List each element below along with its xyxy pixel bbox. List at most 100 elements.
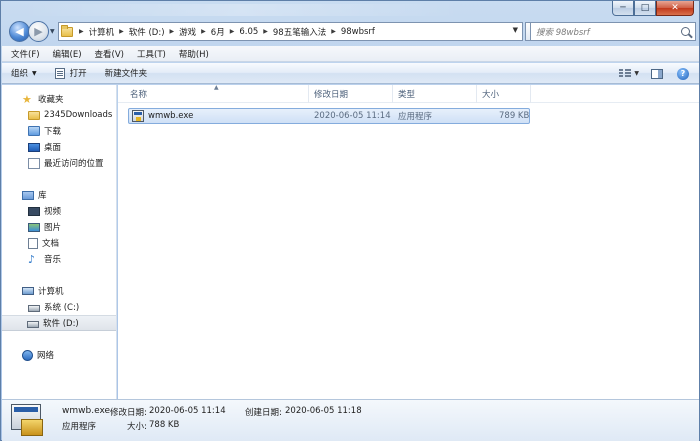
open-label: 打开 xyxy=(69,69,87,79)
breadcrumb-computer[interactable]: 计算机 xyxy=(89,26,115,38)
navigation-pane: ★ 收藏夹 2345Downloads 下载 桌面 最近访问的位置 库 视频 图… xyxy=(2,85,117,399)
column-type-label: 类型 xyxy=(398,90,416,100)
nav-item-pictures[interactable]: 图片 xyxy=(2,219,116,235)
menu-file[interactable]: 文件(F) xyxy=(11,48,40,60)
breadcrumb-separator-icon[interactable]: ▶ xyxy=(79,28,84,35)
breadcrumb-games[interactable]: 游戏 xyxy=(179,26,196,38)
breadcrumb-june[interactable]: 6月 xyxy=(211,26,225,38)
menu-bar: 文件(F) 编辑(E) 查看(V) 工具(T) 帮助(H) xyxy=(2,46,699,62)
file-row-selected[interactable]: wmwb.exe 2020-06-05 11:14 应用程序 789 KB xyxy=(128,108,530,124)
menu-view[interactable]: 查看(V) xyxy=(95,48,124,60)
address-bar[interactable]: ▶ 计算机 ▶ 软件 (D:) ▶ 游戏 ▶ 6月 ▶ 6.05 ▶ 98五笔输… xyxy=(58,22,523,41)
nav-item-label: 图片 xyxy=(44,223,62,233)
new-folder-button[interactable]: 新建文件夹 xyxy=(96,63,157,84)
nav-network[interactable]: 网络 xyxy=(2,347,116,363)
folder-icon xyxy=(61,24,73,37)
open-icon xyxy=(54,67,65,79)
menu-tools[interactable]: 工具(T) xyxy=(137,48,166,60)
back-button[interactable]: ◀ xyxy=(9,21,30,42)
column-type[interactable]: 类型 xyxy=(393,85,477,103)
nav-item-label: 文档 xyxy=(42,239,60,249)
star-icon: ★ xyxy=(22,92,32,106)
details-pane: wmwb.exe 修改日期: 2020-06-05 11:14 创建日期: 20… xyxy=(2,399,699,441)
nav-item-2345downloads[interactable]: 2345Downloads xyxy=(2,107,116,123)
new-folder-label: 新建文件夹 xyxy=(104,69,148,79)
nav-item-label: 最近访问的位置 xyxy=(44,159,104,169)
file-modified: 2020-06-05 11:14 xyxy=(314,111,391,121)
sort-ascending-icon: ▲ xyxy=(214,84,219,91)
nav-favorites-label: 收藏夹 xyxy=(38,95,64,105)
downloads-icon xyxy=(28,126,40,136)
nav-network-label: 网络 xyxy=(37,351,55,361)
menu-edit[interactable]: 编辑(E) xyxy=(53,48,82,60)
folder-icon xyxy=(28,110,40,120)
search-placeholder: 搜索 98wbsrf xyxy=(536,27,590,38)
maximize-button[interactable]: □ xyxy=(634,1,656,16)
details-filename: wmwb.exe xyxy=(62,406,111,416)
details-modified-label: 修改日期: xyxy=(110,408,147,418)
video-icon xyxy=(28,206,40,216)
details-created-label: 创建日期: xyxy=(245,408,282,418)
address-dropdown-icon[interactable]: ▼ xyxy=(513,26,518,34)
search-input[interactable]: 搜索 98wbsrf xyxy=(530,22,696,41)
details-size-label: 大小: xyxy=(127,422,147,432)
nav-item-desktop[interactable]: 桌面 xyxy=(2,139,116,155)
menu-help[interactable]: 帮助(H) xyxy=(179,48,209,60)
breadcrumb-separator-icon[interactable]: ▶ xyxy=(263,28,268,35)
view-options-icon[interactable] xyxy=(619,69,632,78)
breadcrumb-drive-d[interactable]: 软件 (D:) xyxy=(129,26,165,38)
recent-pages-dropdown-icon[interactable]: ▼ xyxy=(50,28,55,35)
breadcrumb-separator-icon[interactable]: ▶ xyxy=(170,28,175,35)
details-created-value: 2020-06-05 11:18 xyxy=(285,406,362,416)
forward-button[interactable]: ▶ xyxy=(28,21,49,42)
breadcrumb-separator-icon[interactable]: ▶ xyxy=(230,28,235,35)
open-button[interactable]: 打开 xyxy=(46,63,96,84)
music-icon: ♪ xyxy=(28,252,36,266)
breadcrumb-separator-icon[interactable]: ▶ xyxy=(119,28,124,35)
nav-item-music[interactable]: ♪ 音乐 xyxy=(2,251,116,267)
file-name: wmwb.exe xyxy=(148,111,194,121)
preview-pane-icon[interactable] xyxy=(651,68,663,79)
toolbar-right: ▼ ? xyxy=(619,63,699,84)
close-button[interactable]: ✕ xyxy=(656,1,694,16)
column-size[interactable]: 大小 xyxy=(477,85,531,103)
exe-package xyxy=(21,419,43,436)
nav-item-downloads[interactable]: 下载 xyxy=(2,123,116,139)
nav-item-drive-d[interactable]: 软件 (D:) xyxy=(2,315,116,331)
address-row: ◀ ▶ ▼ ▶ 计算机 ▶ 软件 (D:) ▶ 游戏 ▶ 6月 ▶ 6.05 ▶… xyxy=(6,21,696,43)
column-name[interactable]: 名称 ▲ xyxy=(118,84,309,103)
window-controls: ─ □ ✕ xyxy=(612,1,694,16)
details-modified-value: 2020-06-05 11:14 xyxy=(149,406,226,416)
nav-item-documents[interactable]: 文档 xyxy=(2,235,116,251)
breadcrumb-separator-icon[interactable]: ▶ xyxy=(331,28,336,35)
nav-favorites[interactable]: ★ 收藏夹 xyxy=(2,91,116,107)
pictures-icon xyxy=(28,222,40,232)
nav-computer[interactable]: 计算机 xyxy=(2,283,116,299)
file-list[interactable]: 名称 ▲ 修改日期 类型 大小 wmwb.exe 2020-06-05 11:1… xyxy=(118,84,699,399)
nav-item-label: 桌面 xyxy=(44,143,62,153)
drive-icon xyxy=(28,304,40,312)
nav-libraries[interactable]: 库 xyxy=(2,187,116,203)
column-modified[interactable]: 修改日期 xyxy=(309,85,393,103)
nav-item-recent-places[interactable]: 最近访问的位置 xyxy=(2,155,116,171)
view-options-dropdown-icon[interactable]: ▼ xyxy=(634,70,639,77)
computer-icon xyxy=(22,287,34,295)
breadcrumb-separator-icon[interactable]: ▶ xyxy=(201,28,206,35)
desktop-icon xyxy=(28,142,40,152)
nav-item-videos[interactable]: 视频 xyxy=(2,203,116,219)
title-bar: ─ □ ✕ xyxy=(1,1,699,19)
organize-button[interactable]: 组织 ▼ xyxy=(2,63,46,84)
search-icon[interactable] xyxy=(681,27,690,36)
breadcrumb-6-05[interactable]: 6.05 xyxy=(239,27,258,37)
help-icon[interactable]: ? xyxy=(677,67,689,80)
explorer-window: ─ □ ✕ ◀ ▶ ▼ ▶ 计算机 ▶ 软件 (D:) ▶ 游戏 ▶ 6月 ▶ … xyxy=(0,0,700,441)
minimize-button[interactable]: ─ xyxy=(612,1,634,16)
nav-item-drive-c[interactable]: 系统 (C:) xyxy=(2,299,116,315)
nav-item-label: 音乐 xyxy=(44,255,62,265)
column-name-label: 名称 xyxy=(130,90,148,100)
chevron-down-icon: ▼ xyxy=(32,69,37,77)
details-size-value: 788 KB xyxy=(149,420,180,430)
breadcrumb-98wbsrf[interactable]: 98wbsrf xyxy=(341,27,375,37)
breadcrumb-wubi98[interactable]: 98五笔输入法 xyxy=(273,26,326,38)
column-header-row: 名称 ▲ 修改日期 类型 大小 xyxy=(118,84,699,103)
